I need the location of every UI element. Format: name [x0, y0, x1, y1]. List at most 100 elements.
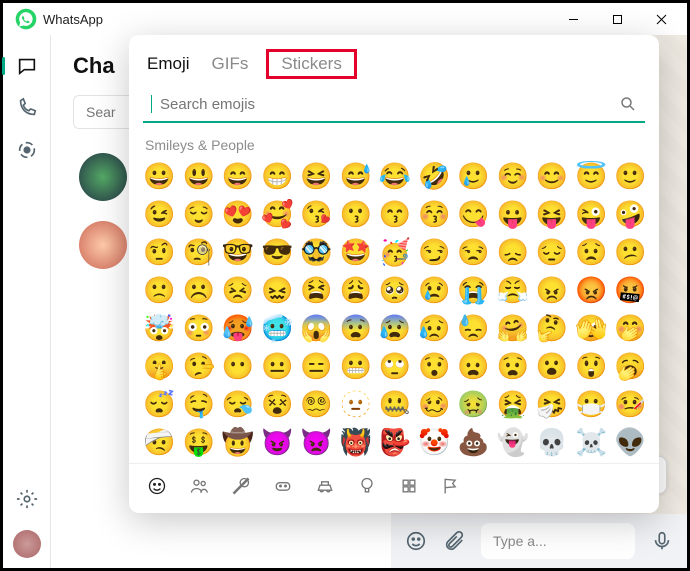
- emoji-item[interactable]: 😷: [573, 387, 610, 421]
- emoji-item[interactable]: 😪: [219, 387, 256, 421]
- emoji-item[interactable]: 😫: [298, 273, 335, 307]
- category-activity-icon[interactable]: [273, 476, 293, 496]
- emoji-item[interactable]: 😗: [337, 197, 374, 231]
- category-objects-icon[interactable]: [357, 476, 377, 496]
- emoji-item[interactable]: 🤕: [141, 425, 178, 459]
- emoji-picker-icon[interactable]: [405, 530, 427, 552]
- emoji-item[interactable]: ☹️: [180, 273, 217, 307]
- emoji-item[interactable]: 😘: [298, 197, 335, 231]
- emoji-item[interactable]: 😵‍💫: [298, 387, 335, 421]
- emoji-item[interactable]: 😚: [416, 197, 453, 231]
- emoji-item[interactable]: 😢: [416, 273, 453, 307]
- emoji-item[interactable]: 🤪: [612, 197, 649, 231]
- emoji-item[interactable]: 😏: [416, 235, 453, 269]
- emoji-item[interactable]: 😮: [533, 349, 570, 383]
- emoji-search-input[interactable]: [143, 87, 645, 123]
- emoji-item[interactable]: 😣: [219, 273, 256, 307]
- emoji-item[interactable]: 🤭: [612, 311, 649, 345]
- emoji-item[interactable]: 😌: [180, 197, 217, 231]
- calls-nav-icon[interactable]: [16, 97, 38, 119]
- emoji-item[interactable]: 😱: [298, 311, 335, 345]
- emoji-item[interactable]: 😃: [180, 159, 217, 193]
- emoji-item[interactable]: 🥸: [298, 235, 335, 269]
- attach-icon[interactable]: [443, 530, 465, 552]
- emoji-item[interactable]: 😶: [219, 349, 256, 383]
- emoji-item[interactable]: 😐: [259, 349, 296, 383]
- emoji-item[interactable]: 😴: [141, 387, 178, 421]
- emoji-item[interactable]: 🤫: [141, 349, 178, 383]
- emoji-item[interactable]: 💀: [533, 425, 570, 459]
- emoji-item[interactable]: 🤮: [494, 387, 531, 421]
- emoji-item[interactable]: 😆: [298, 159, 335, 193]
- emoji-item[interactable]: 🤒: [612, 387, 649, 421]
- emoji-item[interactable]: 😉: [141, 197, 178, 231]
- window-minimize-button[interactable]: [551, 6, 595, 32]
- emoji-item[interactable]: 🤥: [180, 349, 217, 383]
- emoji-item[interactable]: 😲: [573, 349, 610, 383]
- category-smileys-icon[interactable]: [147, 476, 167, 496]
- message-input[interactable]: Type a...: [481, 523, 635, 559]
- emoji-item[interactable]: 😦: [455, 349, 492, 383]
- emoji-item[interactable]: 👽: [612, 425, 649, 459]
- emoji-item[interactable]: 💩: [455, 425, 492, 459]
- emoji-item[interactable]: 🤣: [416, 159, 453, 193]
- emoji-item[interactable]: 👿: [298, 425, 335, 459]
- emoji-search-field[interactable]: [160, 96, 611, 113]
- emoji-item[interactable]: 🤬: [612, 273, 649, 307]
- settings-gear-icon[interactable]: [16, 488, 38, 510]
- emoji-item[interactable]: 🤨: [141, 235, 178, 269]
- tab-gifs[interactable]: GIFs: [212, 54, 249, 74]
- emoji-item[interactable]: 🤩: [337, 235, 374, 269]
- emoji-item[interactable]: 😅: [337, 159, 374, 193]
- emoji-item[interactable]: 🤯: [141, 311, 178, 345]
- emoji-item[interactable]: 😟: [573, 235, 610, 269]
- category-flags-icon[interactable]: [441, 476, 461, 496]
- emoji-item[interactable]: 🥺: [376, 273, 413, 307]
- emoji-item[interactable]: ☺️: [494, 159, 531, 193]
- emoji-item[interactable]: 😑: [298, 349, 335, 383]
- window-maximize-button[interactable]: [595, 6, 639, 32]
- chats-nav-icon[interactable]: [16, 55, 38, 77]
- emoji-item[interactable]: 🤧: [533, 387, 570, 421]
- emoji-item[interactable]: 😛: [494, 197, 531, 231]
- emoji-item[interactable]: 😄: [219, 159, 256, 193]
- emoji-item[interactable]: 😋: [455, 197, 492, 231]
- emoji-item[interactable]: 🥳: [376, 235, 413, 269]
- tab-stickers[interactable]: Stickers: [266, 49, 356, 79]
- emoji-item[interactable]: 🙄: [376, 349, 413, 383]
- emoji-item[interactable]: 🥰: [259, 197, 296, 231]
- emoji-item[interactable]: 😀: [141, 159, 178, 193]
- emoji-item[interactable]: 🤢: [455, 387, 492, 421]
- emoji-item[interactable]: 🤗: [494, 311, 531, 345]
- emoji-item[interactable]: 😓: [455, 311, 492, 345]
- tab-emoji[interactable]: Emoji: [147, 54, 190, 74]
- emoji-item[interactable]: 😈: [259, 425, 296, 459]
- emoji-item[interactable]: 🤐: [376, 387, 413, 421]
- emoji-item[interactable]: 😙: [376, 197, 413, 231]
- emoji-item[interactable]: 😤: [494, 273, 531, 307]
- emoji-item[interactable]: 🥱: [612, 349, 649, 383]
- category-travel-icon[interactable]: [315, 476, 335, 496]
- emoji-item[interactable]: 😠: [533, 273, 570, 307]
- emoji-item[interactable]: 🤑: [180, 425, 217, 459]
- emoji-item[interactable]: 👹: [337, 425, 374, 459]
- emoji-item[interactable]: 🤤: [180, 387, 217, 421]
- emoji-item[interactable]: 😊: [533, 159, 570, 193]
- emoji-item[interactable]: 😡: [573, 273, 610, 307]
- emoji-item[interactable]: ☠️: [573, 425, 610, 459]
- emoji-item[interactable]: 🙁: [141, 273, 178, 307]
- mic-icon[interactable]: [651, 530, 673, 552]
- profile-avatar[interactable]: [13, 530, 41, 558]
- window-close-button[interactable]: [639, 6, 683, 32]
- emoji-item[interactable]: 😒: [455, 235, 492, 269]
- category-people-icon[interactable]: [189, 476, 209, 496]
- emoji-item[interactable]: 😝: [533, 197, 570, 231]
- emoji-item[interactable]: 👻: [494, 425, 531, 459]
- emoji-item[interactable]: 😖: [259, 273, 296, 307]
- status-nav-icon[interactable]: [16, 139, 38, 161]
- emoji-item[interactable]: 🤔: [533, 311, 570, 345]
- emoji-item[interactable]: 😨: [337, 311, 374, 345]
- emoji-item[interactable]: 😬: [337, 349, 374, 383]
- emoji-item[interactable]: 😰: [376, 311, 413, 345]
- emoji-item[interactable]: 😞: [494, 235, 531, 269]
